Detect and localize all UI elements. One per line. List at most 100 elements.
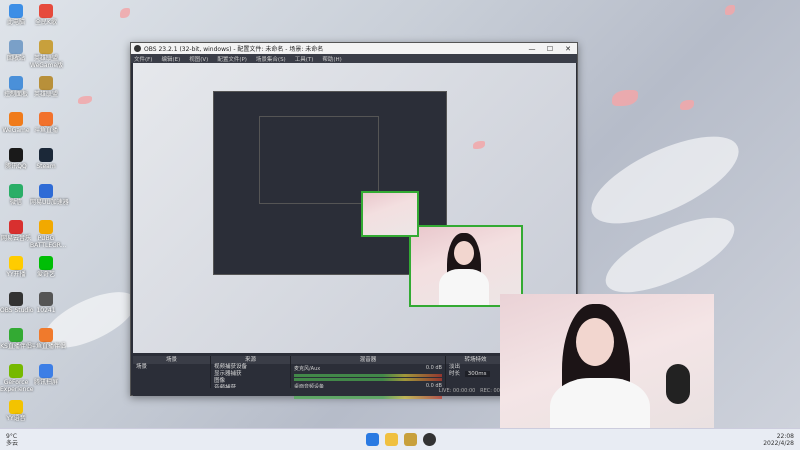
desktop-icon-label: 网易云音乐 [0, 235, 31, 242]
webcam-overlay [500, 294, 714, 450]
app-icon [9, 76, 23, 90]
wallpaper-petal [725, 5, 735, 15]
channel-name: 麦克风/Aux [294, 366, 321, 372]
desktop-icon-label: 英雄联盟 [33, 91, 58, 98]
wallpaper-petal [612, 90, 638, 106]
desktop-icons: 此电脑 全民K歌 回收站 英雄联盟 WeGame版 控制面板 英雄联盟 WeGame 斗鱼直播… [0, 0, 69, 422]
streamer-face [576, 318, 614, 366]
maximize-icon[interactable]: ☐ [541, 45, 559, 53]
desktop-icon-label: 腾讯QQ [5, 163, 27, 170]
wallpaper-petal [78, 96, 92, 104]
menu-tools[interactable]: 工具(T) [295, 55, 314, 63]
desktop-icon-label: 腾讯扫屏 [33, 379, 58, 386]
volume-slider[interactable] [294, 396, 442, 399]
transition-select[interactable]: 淡出 [446, 364, 505, 371]
menu-scene-collection[interactable]: 场景集合(S) [256, 55, 286, 63]
source-item[interactable]: 显示器捕获 [211, 371, 290, 378]
desktop-icon-label: 控制面板 [3, 91, 28, 98]
desktop-icon-label: Steam [36, 163, 56, 170]
menu-bar: 文件(F) 编辑(E) 视图(V) 配置文件(P) 场景集合(S) 工具(T) … [131, 54, 577, 63]
app-icon [39, 292, 53, 306]
desktop-icon[interactable]: OBS Studio [0, 292, 34, 314]
obs-taskbar-icon[interactable] [423, 433, 436, 446]
microphone [666, 364, 690, 404]
preview-webcam-nested [361, 191, 419, 237]
close-icon[interactable]: ✕ [559, 45, 577, 53]
app-icon [39, 328, 53, 342]
desktop-icon[interactable]: 腾讯QQ [0, 148, 32, 170]
desktop-icon[interactable]: 10241 [30, 292, 62, 314]
desktop-icon[interactable]: 斗鱼直播伴侣 [30, 328, 67, 350]
app-icon [9, 256, 23, 270]
weather-widget[interactable]: 9°C 多云 [6, 433, 18, 447]
obs-titlebar[interactable]: OBS 23.2.1 (32-bit, windows) - 配置文件: 未命名… [131, 43, 577, 54]
volume-slider[interactable] [294, 378, 442, 381]
system-tray[interactable]: 22:08 2022/4/28 [763, 433, 794, 447]
desktop-icon[interactable]: 腾讯扫屏 [30, 364, 62, 386]
preview-petal [473, 141, 485, 149]
desktop-icon-label: YY语音 [6, 415, 26, 422]
desktop-icon[interactable]: 爱奇艺 [30, 256, 62, 278]
volume-meter [294, 374, 442, 377]
menu-view[interactable]: 视图(V) [189, 55, 208, 63]
desktop-icon-label: 斗鱼直播 [33, 127, 58, 134]
menu-help[interactable]: 帮助(H) [322, 55, 341, 63]
desktop-icon-label: 斗鱼直播伴侣 [30, 343, 67, 350]
minimize-icon[interactable]: — [523, 45, 541, 53]
taskbar: 9°C 多云 22:08 2022/4/28 [0, 428, 800, 450]
desktop-icon[interactable]: 网易UU加速器 [30, 184, 69, 206]
desktop-icon[interactable]: 回收站 [0, 40, 32, 62]
menu-file[interactable]: 文件(F) [134, 55, 152, 63]
app-icon [39, 76, 53, 90]
sources-header: 来源 [211, 356, 290, 364]
desktop-icon-label: WeGame [2, 127, 30, 134]
source-item[interactable]: 视频捕获设备 [211, 364, 290, 371]
scene-item[interactable]: 场景 [133, 364, 210, 371]
desktop-icon-label: 网易UU加速器 [30, 199, 69, 206]
app-icon [9, 4, 23, 18]
app-icon [39, 148, 53, 162]
desktop-icon-label: 全民K歌 [35, 19, 57, 26]
app-icon [9, 292, 23, 306]
desktop-icon[interactable]: 全民K歌 [30, 4, 62, 26]
tray-date: 2022/4/28 [763, 440, 794, 447]
duration-input[interactable]: 300ms [464, 371, 490, 377]
app-icon [39, 220, 53, 234]
desktop-icon[interactable]: 英雄联盟 [30, 76, 62, 98]
menu-edit[interactable]: 编辑(E) [161, 55, 180, 63]
desktop-icon[interactable]: 英雄联盟 WeGame版 [30, 40, 63, 69]
source-item[interactable]: 图像 [211, 378, 290, 385]
desktop-icon[interactable]: YY语音 [0, 400, 32, 422]
app-icon [39, 4, 53, 18]
live-timer: LIVE: 00:00:00 [438, 388, 476, 394]
desktop-icon[interactable]: 此电脑 [0, 4, 32, 26]
file-explorer-icon[interactable] [385, 433, 398, 446]
desktop-icon[interactable]: WeGame [0, 112, 32, 134]
mixer-header: 混音器 [291, 356, 445, 364]
duration-row: 时长 300ms [446, 371, 505, 378]
app-icon [39, 364, 53, 378]
app-icon [9, 40, 23, 54]
desktop-icon[interactable]: PUBG BATTLEGR... [30, 220, 66, 249]
start-icon[interactable] [366, 433, 379, 446]
desktop-icon-label: GeForce Experience [0, 379, 34, 393]
desktop-icon[interactable]: 网易云音乐 [0, 220, 32, 242]
menu-profile[interactable]: 配置文件(P) [217, 55, 247, 63]
desktop-icon[interactable]: GeForce Experience [0, 364, 34, 393]
wallpaper-petal [680, 100, 694, 110]
desktop-icon-label: YY开播 [6, 271, 26, 278]
desktop-icon[interactable]: 控制面板 [0, 76, 32, 98]
desktop-icon[interactable]: KS直播伴侣 [0, 328, 32, 350]
streamer-face [454, 241, 474, 265]
app-icon [39, 184, 53, 198]
duration-label: 时长 [449, 371, 461, 377]
app-icon [9, 400, 23, 414]
desktop-icon[interactable]: 微信 [0, 184, 32, 206]
desktop-icon[interactable]: Steam [30, 148, 62, 170]
desktop-icon[interactable]: 斗鱼直播 [30, 112, 62, 134]
app-icon [9, 184, 23, 198]
desktop-icon[interactable]: YY开播 [0, 256, 32, 278]
channel-db: 0.0 dB [425, 365, 442, 371]
app-icon [39, 112, 53, 126]
app-icon[interactable] [404, 433, 417, 446]
